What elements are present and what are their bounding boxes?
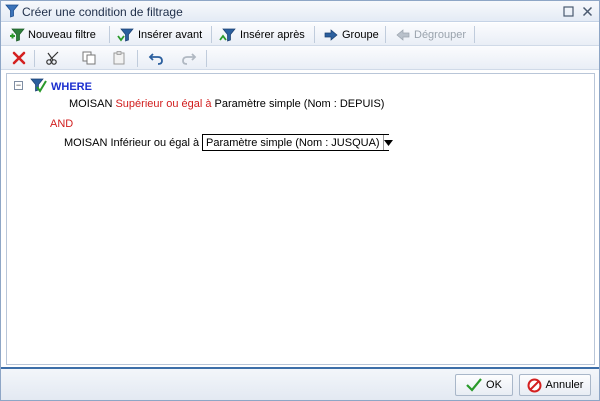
maximize-icon[interactable] — [562, 5, 575, 18]
condition-2-operator[interactable]: Inférieur ou égal à — [110, 137, 199, 149]
where-keyword[interactable]: WHERE — [51, 81, 92, 93]
edit-toolbar — [1, 46, 599, 70]
ok-label: OK — [486, 379, 502, 391]
insert-after-button[interactable]: Insérer après — [219, 26, 305, 43]
ungroup-arrow-icon — [396, 28, 410, 41]
group-arrow-icon — [324, 28, 338, 41]
close-icon[interactable] — [581, 5, 594, 18]
condition-1-operator[interactable]: Supérieur ou égal à — [115, 98, 211, 110]
cut-icon[interactable] — [45, 50, 61, 66]
title-bar: Créer une condition de filtrage — [1, 1, 599, 22]
copy-icon[interactable] — [81, 50, 97, 66]
ok-button[interactable]: OK — [455, 374, 513, 396]
ungroup-label: Dégrouper — [414, 28, 466, 41]
window-title: Créer une condition de filtrage — [22, 5, 183, 19]
condition-2-value: Paramètre simple (Nom : JUSQUA) — [206, 136, 380, 149]
toolbar-separator — [314, 26, 315, 43]
condition-2-value-select[interactable]: Paramètre simple (Nom : JUSQUA) — [202, 134, 393, 151]
collapse-toggle[interactable]: − — [14, 81, 23, 90]
toolbar-separator — [385, 26, 386, 43]
condition-1-value[interactable]: Paramètre simple (Nom : DEPUIS) — [215, 98, 385, 110]
toolbar-separator — [137, 50, 138, 67]
toolbar-separator — [474, 26, 475, 43]
main-toolbar: Nouveau filtre Insérer avant Insérer apr… — [1, 23, 599, 46]
insert-before-button[interactable]: Insérer avant — [117, 26, 202, 43]
delete-icon[interactable] — [11, 50, 27, 66]
filter-tree-panel: − WHERE MOISAN Supérieur ou égal à Param… — [6, 73, 595, 365]
new-filter-button[interactable]: Nouveau filtre — [9, 26, 96, 43]
insert-before-label: Insérer avant — [138, 28, 203, 41]
where-filter-icon — [30, 78, 47, 93]
insert-before-icon — [117, 28, 134, 41]
cancel-icon — [527, 378, 542, 392]
cancel-button[interactable]: Annuler — [519, 374, 591, 396]
insert-after-icon — [219, 28, 236, 41]
toolbar-separator — [34, 50, 35, 67]
dialog-footer: OK Annuler — [1, 367, 599, 400]
new-filter-icon — [10, 28, 25, 41]
toolbar-separator — [206, 50, 207, 67]
insert-after-label: Insérer après — [240, 28, 305, 41]
group-button[interactable]: Groupe — [323, 26, 379, 43]
ungroup-button[interactable]: Dégrouper — [395, 26, 466, 43]
condition-2[interactable]: MOISAN Inférieur ou égal à — [64, 137, 199, 149]
redo-icon[interactable] — [181, 50, 197, 66]
toolbar-separator — [211, 26, 212, 43]
condition-1[interactable]: MOISAN Supérieur ou égal à Paramètre sim… — [69, 98, 384, 110]
condition-2-field[interactable]: MOISAN — [64, 137, 107, 149]
checkmark-icon — [466, 378, 482, 392]
filter-funnel-icon — [5, 4, 19, 18]
undo-icon[interactable] — [148, 50, 164, 66]
group-label: Groupe — [342, 28, 379, 41]
filter-condition-dialog: Créer une condition de filtrage Nouveau … — [0, 0, 600, 401]
cancel-label: Annuler — [545, 379, 584, 391]
new-filter-label: Nouveau filtre — [28, 28, 96, 41]
and-keyword[interactable]: AND — [50, 118, 73, 130]
condition-1-field[interactable]: MOISAN — [69, 98, 112, 110]
toolbar-separator — [109, 26, 110, 43]
chevron-down-icon[interactable] — [382, 135, 393, 150]
paste-icon[interactable] — [111, 50, 127, 66]
